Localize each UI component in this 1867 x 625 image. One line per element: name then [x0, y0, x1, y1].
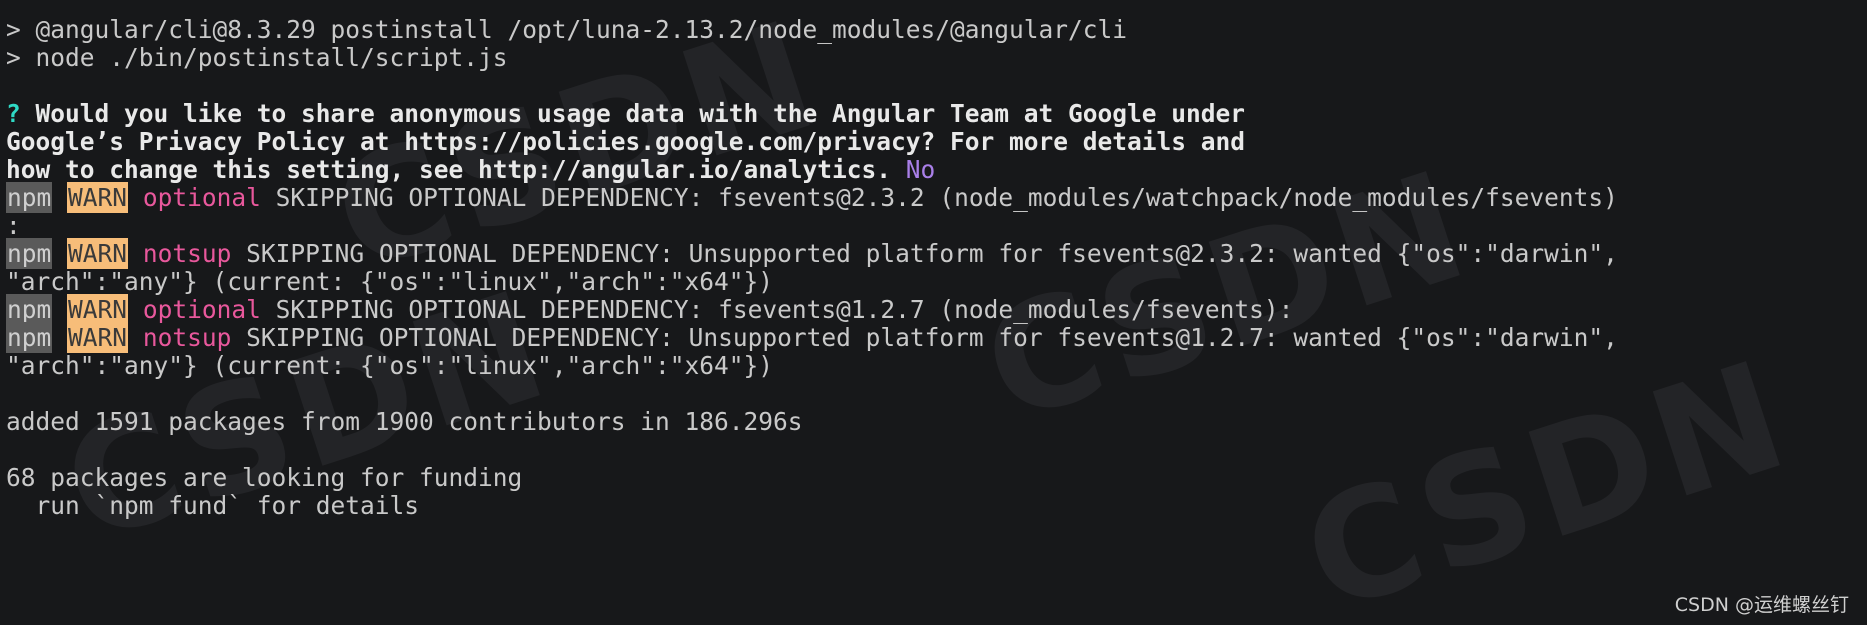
terminal-token: WARN [67, 182, 129, 213]
terminal-token: npm [6, 238, 53, 269]
terminal-line: > node ./bin/postinstall/script.js [2, 44, 1867, 72]
terminal-window[interactable]: CSDN CSDN CSDN CSDN > @angular/cli@8.3.2… [0, 0, 1867, 625]
terminal-line [2, 436, 1867, 464]
terminal-line: > @angular/cli@8.3.29 postinstall /opt/l… [2, 16, 1867, 44]
terminal-token: Google’s Privacy Policy at https://polic… [6, 127, 1246, 156]
terminal-token: > node ./bin/postinstall/script.js [6, 43, 508, 72]
terminal-token: SKIPPING OPTIONAL DEPENDENCY: Unsupporte… [231, 323, 1618, 352]
terminal-line [2, 380, 1867, 408]
terminal-token: Would you like to share anonymous usage … [20, 99, 1246, 128]
terminal-token: optional [142, 295, 261, 324]
terminal-output: > @angular/cli@8.3.29 postinstall /opt/l… [2, 16, 1867, 520]
terminal-token: SKIPPING OPTIONAL DEPENDENCY: fsevents@1… [260, 295, 1294, 324]
terminal-line [2, 72, 1867, 100]
terminal-token: optional [142, 183, 261, 212]
terminal-token: how to change this setting, see http://a… [6, 155, 892, 184]
terminal-line: npm WARN optional SKIPPING OPTIONAL DEPE… [2, 182, 1867, 213]
terminal-token: WARN [67, 322, 129, 353]
terminal-token: WARN [67, 294, 129, 325]
terminal-line: "arch":"any"} (current: {"os":"linux","a… [2, 352, 1867, 380]
terminal-line: : [2, 212, 1867, 240]
terminal-line: run `npm fund` for details [2, 492, 1867, 520]
terminal-token: No [905, 155, 936, 184]
terminal-token: "arch":"any"} (current: {"os":"linux","a… [6, 351, 774, 380]
terminal-token: added 1591 packages from 1900 contributo… [6, 407, 803, 436]
terminal-token: WARN [67, 238, 129, 269]
terminal-token: npm [6, 294, 53, 325]
terminal-token: run `npm fund` for details [6, 491, 420, 520]
terminal-line: how to change this setting, see http://a… [2, 156, 1867, 184]
terminal-token: > @angular/cli@8.3.29 postinstall /opt/l… [6, 15, 1128, 44]
terminal-line: Google’s Privacy Policy at https://polic… [2, 128, 1867, 156]
terminal-token: 68 packages are looking for funding [6, 463, 523, 492]
terminal-token: SKIPPING OPTIONAL DEPENDENCY: Unsupporte… [231, 239, 1618, 268]
terminal-token: notsup [142, 239, 232, 268]
terminal-token: notsup [142, 323, 232, 352]
terminal-token: SKIPPING OPTIONAL DEPENDENCY: fsevents@2… [260, 183, 1618, 212]
terminal-line: npm WARN notsup SKIPPING OPTIONAL DEPEND… [2, 238, 1867, 269]
terminal-token: npm [6, 182, 53, 213]
terminal-line: 68 packages are looking for funding [2, 464, 1867, 492]
terminal-token: ? [6, 99, 21, 128]
terminal-line: added 1591 packages from 1900 contributo… [2, 408, 1867, 436]
terminal-token: "arch":"any"} (current: {"os":"linux","a… [6, 267, 774, 296]
csdn-watermark: CSDN @运维螺丝钉 [1674, 594, 1849, 616]
terminal-line: ? Would you like to share anonymous usag… [2, 100, 1867, 128]
terminal-token: : [6, 211, 21, 240]
terminal-token: npm [6, 322, 53, 353]
terminal-line: "arch":"any"} (current: {"os":"linux","a… [2, 268, 1867, 296]
terminal-line: npm WARN optional SKIPPING OPTIONAL DEPE… [2, 294, 1867, 325]
terminal-line: npm WARN notsup SKIPPING OPTIONAL DEPEND… [2, 322, 1867, 353]
